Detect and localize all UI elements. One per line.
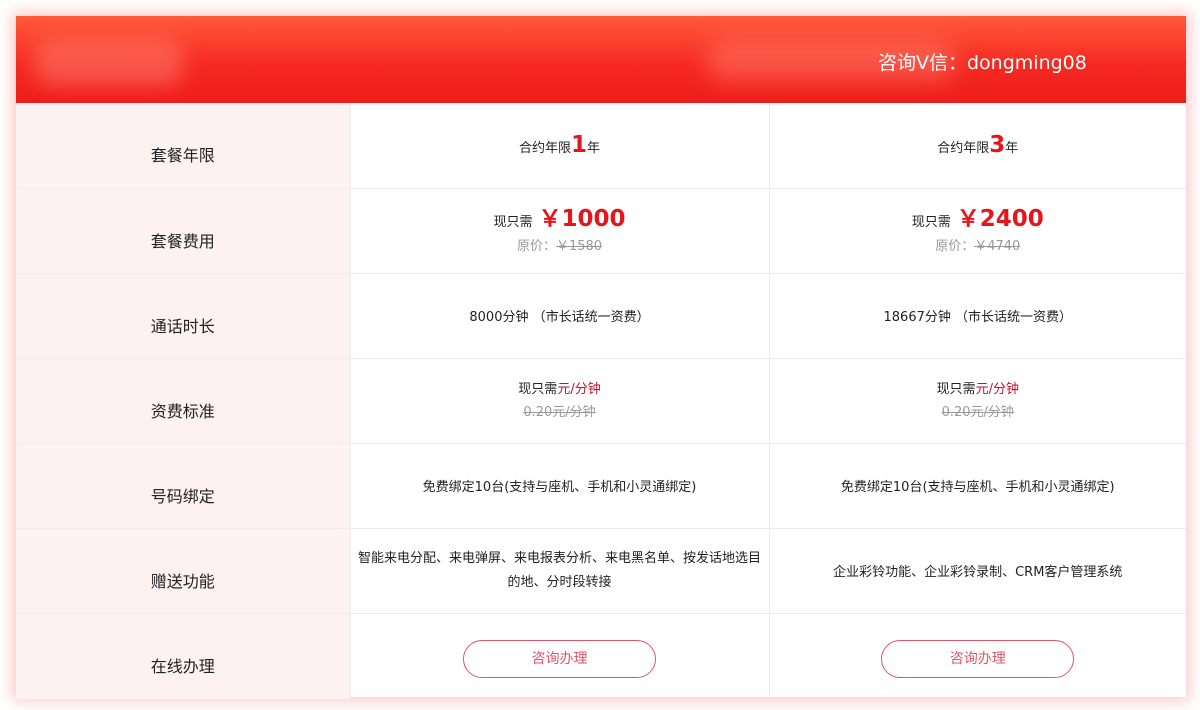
plan1-gifts: 智能来电分配、来电弹屏、来电报表分析、来电黑名单、按发话地选目的地、分时段转接 xyxy=(349,528,769,614)
plan2-fee: 现只需 ￥2400 原价：￥4740 xyxy=(768,188,1187,274)
gifts-text: 智能来电分配、来电弹屏、来电报表分析、来电黑名单、按发话地选目的地、分时段转接 xyxy=(357,550,761,590)
current-price: 现只需 ￥1000 xyxy=(351,205,769,237)
current-rate: 现只需元/分钟 xyxy=(351,378,769,402)
plan2-rate: 现只需元/分钟 0.20元/分钟 xyxy=(768,358,1187,444)
blurred-logo xyxy=(34,38,184,86)
orig-prefix: 原价： xyxy=(935,238,975,254)
pricing-panel: 咨询V信：dongming08 套餐年限 合约年限1年 合约年限3年 套餐费用 … xyxy=(16,16,1186,700)
row-term: 套餐年限 合约年限1年 合约年限3年 xyxy=(16,103,1186,189)
row-rate: 资费标准 现只需元/分钟 0.20元/分钟 现只需元/分钟 0.20元/分钟 xyxy=(16,358,1187,444)
orig-value: ￥1580 xyxy=(555,238,603,254)
contact-wechat: 咨询V信：dongming08 xyxy=(878,52,1087,74)
row-label-rate: 资费标准 xyxy=(16,358,350,444)
plan2-binding: 免费绑定10台(支持与座机、手机和小灵通绑定) xyxy=(768,443,1186,529)
row-minutes: 通话时长 8000分钟 （市长话统一资费） 18667分钟 （市长话统一资费） xyxy=(16,273,1186,359)
consult-button-plan1[interactable]: 咨询办理 xyxy=(463,640,656,678)
price-prefix: 现只需 xyxy=(911,214,951,230)
plan2-gifts: 企业彩铃功能、企业彩铃录制、CRM客户管理系统 xyxy=(768,528,1186,614)
row-label-term: 套餐年限 xyxy=(16,103,350,189)
plan1-term: 合约年限1年 xyxy=(349,103,769,189)
row-label-fee: 套餐费用 xyxy=(16,188,350,274)
term-years-number: 3 xyxy=(989,132,1006,159)
term-years-number: 1 xyxy=(570,132,587,159)
plan2-term: 合约年限3年 xyxy=(768,103,1186,189)
header-banner: 咨询V信：dongming08 xyxy=(16,16,1186,103)
original-price: 原价：￥1580 xyxy=(351,237,769,257)
row-label-online: 在线办理 xyxy=(16,613,350,700)
pricing-table: 套餐年限 合约年限1年 合约年限3年 套餐费用 现只需 ￥1000 原价：￥158… xyxy=(16,103,1186,700)
original-price: 原价：￥4740 xyxy=(770,237,1187,257)
plan2-minutes: 18667分钟 （市长话统一资费） xyxy=(768,273,1186,359)
term-suffix: 年 xyxy=(1005,141,1019,157)
plan2-online: 咨询办理 xyxy=(768,613,1186,700)
price-value: ￥1000 xyxy=(538,205,626,232)
plan1-rate: 现只需元/分钟 0.20元/分钟 xyxy=(349,358,769,444)
plan1-online: 咨询办理 xyxy=(349,613,769,700)
plan1-binding: 免费绑定10台(支持与座机、手机和小灵通绑定) xyxy=(349,443,769,529)
rate-prefix: 现只需 xyxy=(936,381,976,397)
current-price: 现只需 ￥2400 xyxy=(770,205,1187,237)
rate-prefix: 现只需 xyxy=(518,381,558,397)
row-label-gifts: 赠送功能 xyxy=(16,528,350,614)
row-label-binding: 号码绑定 xyxy=(16,443,350,529)
term-suffix: 年 xyxy=(587,141,601,157)
term-prefix: 合约年限 xyxy=(518,141,571,157)
orig-value: ￥4740 xyxy=(974,238,1021,254)
original-rate: 0.20元/分钟 xyxy=(941,404,1014,420)
consult-button-plan2[interactable]: 咨询办理 xyxy=(881,640,1075,678)
row-binding: 号码绑定 免费绑定10台(支持与座机、手机和小灵通绑定) 免费绑定10台(支持与… xyxy=(16,443,1186,529)
row-gifts: 赠送功能 智能来电分配、来电弹屏、来电报表分析、来电黑名单、按发话地选目的地、分… xyxy=(16,528,1186,614)
orig-prefix: 原价： xyxy=(516,238,556,254)
price-prefix: 现只需 xyxy=(493,214,533,230)
term-prefix: 合约年限 xyxy=(937,141,990,157)
row-online: 在线办理 咨询办理 咨询办理 xyxy=(16,613,1186,700)
rate-unit: 元/分钟 xyxy=(557,381,601,397)
current-rate: 现只需元/分钟 xyxy=(770,378,1187,402)
plan1-minutes: 8000分钟 （市长话统一资费） xyxy=(349,273,769,359)
price-value: ￥2400 xyxy=(956,205,1044,232)
plan1-fee: 现只需 ￥1000 原价：￥1580 xyxy=(349,188,769,274)
row-fee: 套餐费用 现只需 ￥1000 原价：￥1580 现只需 ￥2400 原价：￥4740 xyxy=(16,188,1187,274)
rate-unit: 元/分钟 xyxy=(975,381,1019,397)
row-label-minutes: 通话时长 xyxy=(16,273,350,359)
original-rate: 0.20元/分钟 xyxy=(523,404,596,420)
